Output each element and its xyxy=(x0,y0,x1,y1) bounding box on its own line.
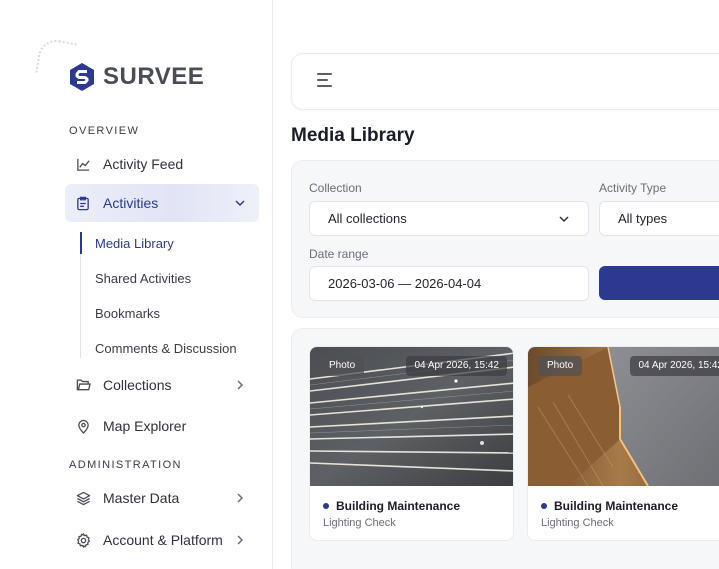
sidebar-subitem-bookmarks[interactable]: Bookmarks xyxy=(95,306,160,321)
map-pin-icon xyxy=(75,418,91,434)
sidebar-subitem-media-library[interactable]: Media Library xyxy=(95,236,174,251)
media-card-title: Building Maintenance xyxy=(323,499,460,513)
chevron-down-icon xyxy=(558,213,570,225)
filter-panel: Collection All collections Activity Type… xyxy=(291,160,719,318)
date-range-label: Date range xyxy=(309,247,369,261)
section-label-administration: ADMINISTRATION xyxy=(69,459,182,471)
media-card[interactable]: Photo 04 Apr 2026, 15:42 Building Mainte… xyxy=(309,346,514,541)
media-card-title: Building Maintenance xyxy=(541,499,678,513)
sidebar-item-map-explorer[interactable]: Map Explorer xyxy=(65,407,259,445)
date-range-value: 2026-03-06 — 2026-04-04 xyxy=(328,276,482,291)
sidebar-item-activity-feed[interactable]: Activity Feed xyxy=(65,145,259,183)
sidebar-subitem-comments-discussion[interactable]: Comments & Discussion xyxy=(95,341,237,356)
clipboard-icon xyxy=(75,195,91,211)
media-card-subtitle: Lighting Check xyxy=(323,517,396,529)
sidebar-item-account-platform[interactable]: Account & Platform xyxy=(65,521,259,559)
brand-logo[interactable]: SURVEE xyxy=(69,62,204,92)
survee-logo-icon xyxy=(70,63,94,91)
chart-line-icon xyxy=(75,156,91,172)
collection-label: Collection xyxy=(309,181,362,195)
media-timestamp: 04 Apr 2026, 15:42 xyxy=(406,356,507,376)
sidebar-item-label: Map Explorer xyxy=(103,418,187,434)
sidebar: SURVEE OVERVIEW Activity Feed Activities… xyxy=(0,0,273,569)
media-card-title-text: Building Maintenance xyxy=(336,499,461,513)
chevron-right-icon[interactable] xyxy=(233,378,247,392)
status-dot xyxy=(323,503,329,509)
collection-select-value: All collections xyxy=(328,211,407,226)
activity-type-select[interactable]: All types xyxy=(599,201,719,236)
activity-type-select-value: All types xyxy=(618,211,668,226)
sidebar-item-label: Collections xyxy=(103,377,172,393)
top-bar xyxy=(291,53,719,110)
chevron-right-icon[interactable] xyxy=(233,533,247,547)
media-timestamp: 04 Apr 2026, 15:42 xyxy=(630,356,719,376)
media-card-title-text: Building Maintenance xyxy=(554,499,679,513)
chevron-right-icon[interactable] xyxy=(233,491,247,505)
media-type-badge: Photo xyxy=(538,356,583,376)
sidebar-subitem-shared-activities[interactable]: Shared Activities xyxy=(95,271,191,286)
sidebar-item-label: Activities xyxy=(103,195,159,211)
submenu-active-indicator xyxy=(80,232,82,254)
folder-icon xyxy=(75,377,91,393)
sidebar-item-master-data[interactable]: Master Data xyxy=(65,479,259,517)
layers-icon xyxy=(75,490,91,506)
activity-type-label: Activity Type xyxy=(599,181,667,195)
sidebar-item-label: Activity Feed xyxy=(103,156,184,172)
chevron-down-icon[interactable] xyxy=(233,196,247,210)
media-thumbnail: Photo 04 Apr 2026, 15:42 xyxy=(528,347,719,486)
media-card-subtitle: Lighting Check xyxy=(541,517,614,529)
media-card[interactable]: Photo 04 Apr 2026, 15:42 Building Mainte… xyxy=(527,346,719,541)
section-label-overview: OVERVIEW xyxy=(69,125,140,137)
sidebar-item-label: Master Data xyxy=(103,490,180,506)
menu-icon[interactable] xyxy=(317,73,333,87)
sidebar-item-activities[interactable]: Activities xyxy=(65,184,259,222)
sidebar-item-collections[interactable]: Collections xyxy=(65,366,259,404)
media-type-badge: Photo xyxy=(320,356,365,376)
collection-select[interactable]: All collections xyxy=(309,201,589,236)
app-window: SURVEE OVERVIEW Activity Feed Activities… xyxy=(0,0,719,569)
page-title: Media Library xyxy=(291,125,415,146)
status-dot xyxy=(541,503,547,509)
sidebar-item-label: Account & Platform xyxy=(103,532,223,548)
gear-icon xyxy=(75,532,91,548)
media-gallery: Photo 04 Apr 2026, 15:42 Building Mainte… xyxy=(291,328,719,569)
date-range-input[interactable]: 2026-03-06 — 2026-04-04 xyxy=(309,266,589,301)
brand-name: SURVEE xyxy=(103,63,205,90)
apply-filter-button[interactable] xyxy=(599,266,719,300)
media-thumbnail: Photo 04 Apr 2026, 15:42 xyxy=(310,347,513,486)
